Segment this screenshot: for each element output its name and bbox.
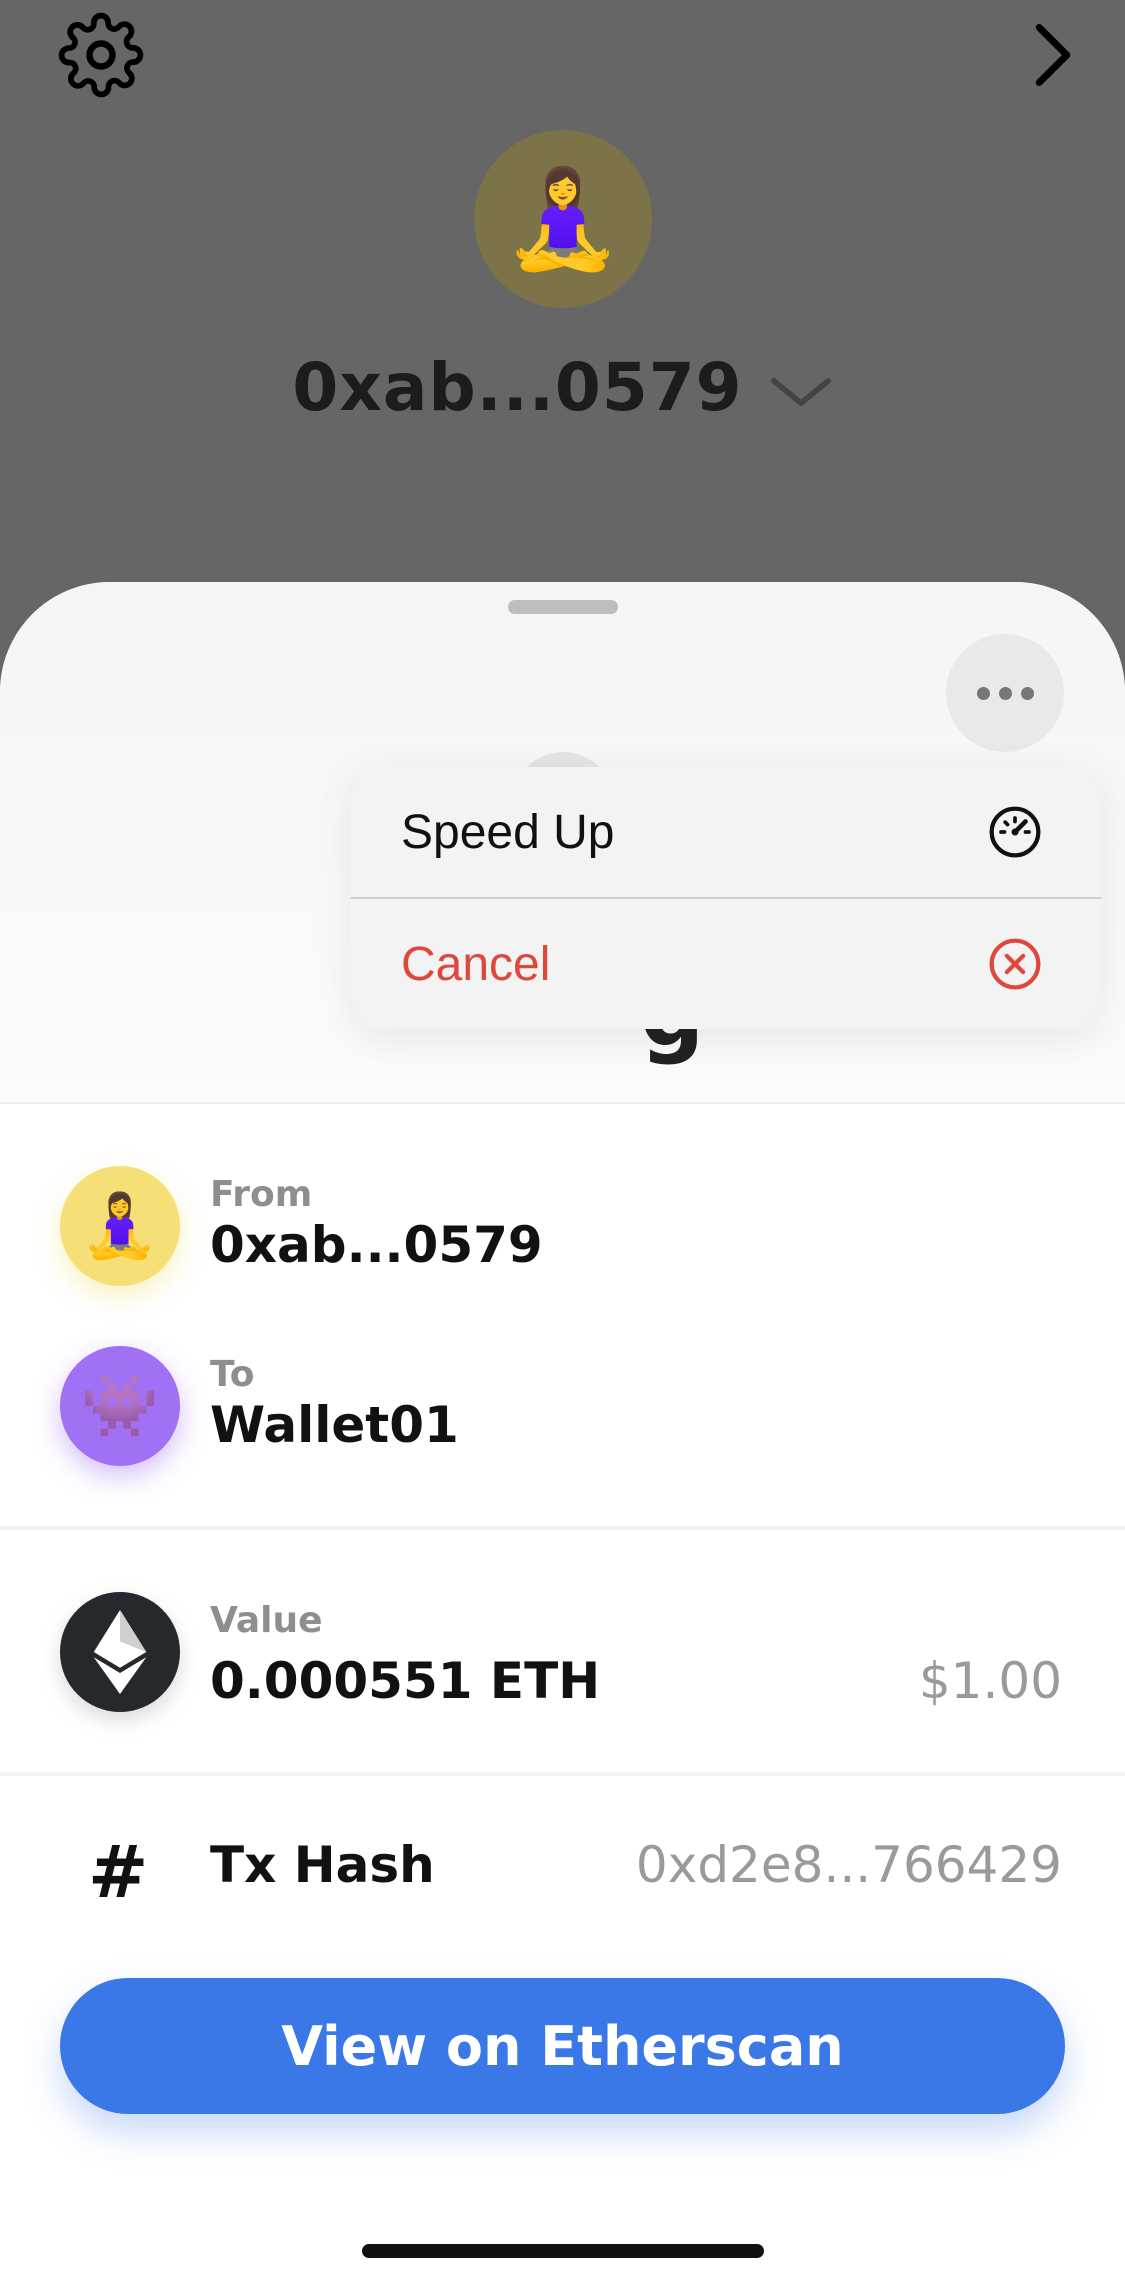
gear-icon[interactable] xyxy=(58,12,144,98)
context-menu: Speed Up Cancel xyxy=(351,767,1101,1029)
sheet-grabber[interactable] xyxy=(508,600,618,614)
to-address: Wallet01 xyxy=(210,1396,459,1454)
to-label: To xyxy=(210,1354,255,1395)
more-options-button[interactable] xyxy=(946,634,1064,752)
hash-icon: # xyxy=(88,1830,149,1914)
chevron-right-icon[interactable] xyxy=(1030,20,1076,90)
section-divider xyxy=(0,1526,1125,1530)
from-address: 0xab...0579 xyxy=(210,1216,543,1274)
to-row[interactable]: 👾 To Wallet01 xyxy=(0,1346,1125,1476)
ethereum-icon xyxy=(60,1592,180,1712)
wallet-address: 0xab...0579 xyxy=(292,348,743,426)
cancel-menu-item[interactable]: Cancel xyxy=(351,899,1101,1029)
from-avatar: 🧘‍♀️ xyxy=(60,1166,180,1286)
chevron-down-icon xyxy=(770,378,831,406)
speedometer-icon xyxy=(989,806,1041,858)
x-circle-icon xyxy=(989,938,1041,990)
to-avatar: 👾 xyxy=(60,1346,180,1466)
speed-up-menu-item[interactable]: Speed Up xyxy=(351,767,1101,897)
speed-up-label: Speed Up xyxy=(401,805,615,859)
home-indicator[interactable] xyxy=(362,2244,764,2258)
tx-hash-value[interactable]: 0xd2e8...766429 xyxy=(636,1836,1062,1894)
avatar[interactable]: 🧘‍♀️ xyxy=(474,130,652,308)
wallet-selector[interactable]: 0xab...0579 xyxy=(0,342,1125,432)
view-on-etherscan-button[interactable]: View on Etherscan xyxy=(60,1978,1065,2114)
value-fiat: $1.00 xyxy=(918,1652,1062,1710)
value-amount: 0.000551 ETH xyxy=(210,1652,601,1710)
ellipsis-icon xyxy=(976,686,990,700)
from-row[interactable]: 🧘‍♀️ From 0xab...0579 xyxy=(0,1166,1125,1296)
tx-hash-label: Tx Hash xyxy=(210,1836,435,1894)
value-label: Value xyxy=(210,1600,323,1641)
from-label: From xyxy=(210,1174,313,1215)
section-divider xyxy=(0,1772,1125,1776)
cancel-label: Cancel xyxy=(401,937,551,991)
